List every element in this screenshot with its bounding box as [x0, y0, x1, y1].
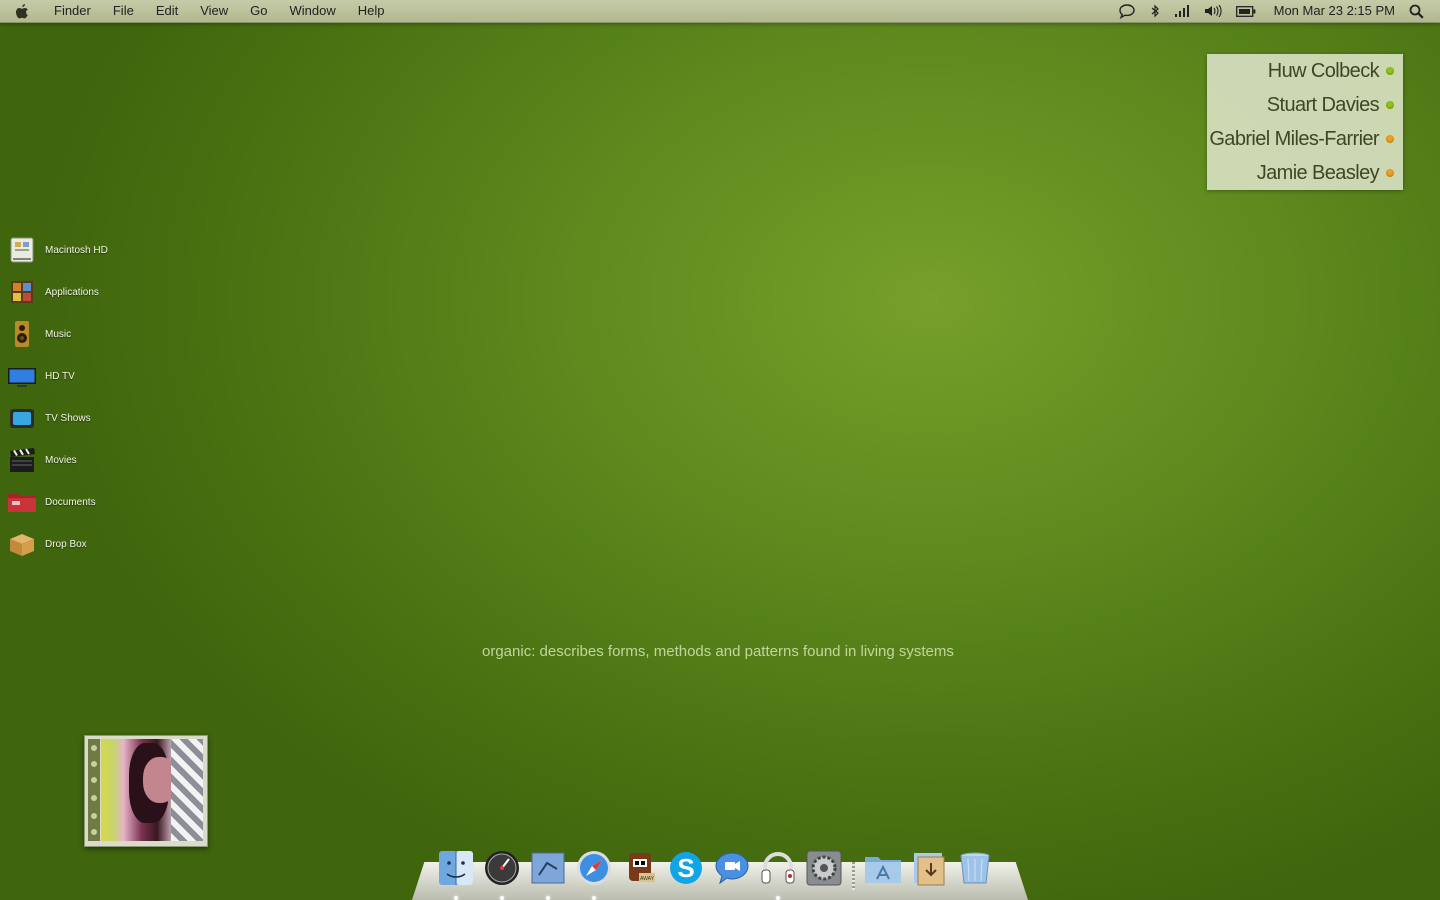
ichat-icon[interactable]	[712, 846, 752, 890]
clapperboard-icon	[7, 445, 37, 475]
hard-drive-icon	[7, 235, 37, 265]
buddy-name: Gabriel Miles-Farrier	[1209, 127, 1379, 150]
shortcut-applications[interactable]: Applications	[7, 276, 99, 308]
signal-icon[interactable]	[1174, 5, 1190, 17]
film-strip	[88, 739, 100, 841]
buddy-item[interactable]: Huw Colbeck	[1207, 54, 1403, 88]
menu-file[interactable]: File	[113, 0, 134, 22]
svg-text:S: S	[677, 853, 694, 883]
shortcut-drop-box[interactable]: Drop Box	[7, 528, 87, 560]
status-dot-available	[1386, 101, 1394, 109]
buddy-name: Jamie Beasley	[1256, 161, 1380, 184]
apple-menu-icon[interactable]	[14, 0, 42, 22]
spotlight-icon[interactable]	[1409, 4, 1424, 19]
status-dot-available	[1386, 67, 1394, 75]
safari-icon[interactable]	[574, 846, 614, 900]
shortcut-movies[interactable]: Movies	[7, 444, 77, 476]
shortcut-label: HD TV	[45, 370, 75, 382]
shortcut-label: Macintosh HD	[45, 244, 108, 256]
buddy-item[interactable]: Stuart Davies	[1207, 88, 1403, 122]
tv-shows-icon	[7, 403, 37, 433]
desktop-tagline: organic: describes forms, methods and pa…	[482, 643, 954, 660]
menu-window[interactable]: Window	[290, 0, 336, 22]
downloads-icon[interactable]	[909, 846, 949, 890]
trash-icon[interactable]	[955, 846, 995, 890]
status-dot-away	[1386, 135, 1394, 143]
menu-help[interactable]: Help	[358, 0, 385, 22]
status-dot-away	[1386, 169, 1394, 177]
shortcut-label: Movies	[45, 454, 77, 466]
dashboard-icon[interactable]	[482, 846, 522, 900]
menu-edit[interactable]: Edit	[156, 0, 178, 22]
speaker-icon	[7, 319, 37, 349]
shortcut-label: TV Shows	[45, 412, 91, 424]
chat-icon[interactable]	[1118, 3, 1136, 19]
system-preferences-icon[interactable]	[804, 846, 844, 890]
buddy-name: Stuart Davies	[1266, 93, 1380, 116]
shortcut-label: Drop Box	[45, 538, 87, 550]
headphones-icon[interactable]	[758, 846, 798, 900]
battery-icon[interactable]	[1235, 5, 1256, 17]
box-icon	[7, 529, 37, 559]
documents-icon	[7, 487, 37, 517]
skype-icon[interactable]: S	[666, 846, 706, 890]
applications-icon	[7, 277, 37, 307]
shortcut-label: Applications	[45, 286, 99, 298]
bluetooth-icon[interactable]	[1150, 4, 1160, 18]
volume-icon[interactable]	[1204, 5, 1222, 17]
finder-icon[interactable]	[436, 846, 476, 900]
album-cover	[101, 739, 203, 841]
svg-text:AWAY: AWAY	[640, 876, 655, 882]
shortcut-label: Music	[45, 328, 72, 340]
menu-clock[interactable]: Mon Mar 23 2:15 PM	[1274, 0, 1395, 22]
adium-icon[interactable]: AWAY	[620, 846, 660, 890]
shortcut-label: Documents	[45, 496, 96, 508]
buddy-item[interactable]: Jamie Beasley	[1207, 156, 1403, 190]
shortcut-tv-shows[interactable]: TV Shows	[7, 402, 91, 434]
buddy-name: Huw Colbeck	[1267, 59, 1380, 82]
menu-app-name[interactable]: Finder	[54, 0, 91, 22]
applications-folder-icon[interactable]	[863, 846, 903, 890]
buddy-list-widget: Huw Colbeck Stuart Davies Gabriel Miles-…	[1207, 54, 1403, 190]
shortcut-documents[interactable]: Documents	[7, 486, 96, 518]
menu-view[interactable]: View	[200, 0, 228, 22]
dock-separator[interactable]	[852, 862, 855, 890]
menu-bar: Finder File Edit View Go Window Help Mon…	[0, 0, 1440, 23]
mail-icon[interactable]	[528, 846, 568, 900]
tv-icon	[7, 361, 37, 391]
menu-go[interactable]: Go	[250, 0, 267, 22]
album-art-widget[interactable]	[84, 735, 208, 847]
shortcut-hd-tv[interactable]: HD TV	[7, 360, 75, 392]
buddy-item[interactable]: Gabriel Miles-Farrier	[1207, 122, 1403, 156]
shortcut-macintosh-hd[interactable]: Macintosh HD	[7, 234, 108, 266]
shortcut-music[interactable]: Music	[7, 318, 71, 350]
dock: AWAY S	[436, 840, 1001, 900]
